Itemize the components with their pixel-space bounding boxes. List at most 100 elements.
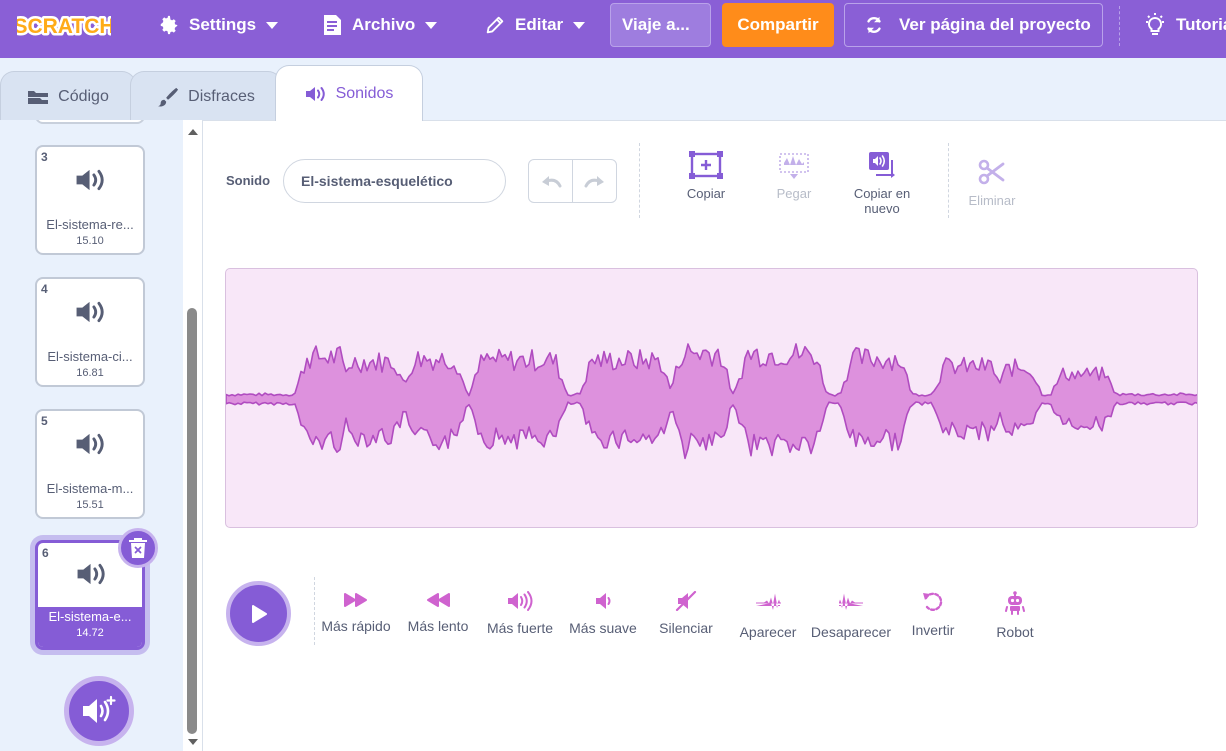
scissors-icon	[978, 159, 1005, 185]
effect-robot-label: Robot	[996, 624, 1034, 640]
copy-to-new-label-line2: nuevo	[864, 201, 900, 216]
sound-name-label: Sonido	[226, 173, 271, 188]
choose-sound-button[interactable]	[64, 676, 134, 746]
copy-button[interactable]: Copiar	[681, 150, 731, 201]
delete-selection-button[interactable]: Eliminar	[965, 157, 1019, 208]
effect-slower-button[interactable]: Más lento	[408, 591, 468, 634]
scroll-down-arrow-icon[interactable]	[188, 739, 198, 745]
sound-name: El-sistema-m...	[46, 481, 134, 496]
volume-down-icon	[596, 593, 611, 609]
file-menu[interactable]: Archivo	[321, 0, 438, 50]
effect-fade-in-button[interactable]: Aparecer	[738, 591, 798, 640]
menu-bar: SCRATCH Settings Archivo Editar Viaje a.…	[0, 0, 1226, 58]
undo-button[interactable]	[529, 160, 573, 202]
undo-icon	[541, 176, 561, 188]
sound-list: 3 El-sistema-re... 15.10 4 El-sistema-ci…	[0, 120, 183, 751]
fade-in-icon	[756, 593, 781, 610]
effect-fade-out-button[interactable]: Desaparecer	[811, 591, 891, 640]
speaker-icon	[305, 86, 325, 101]
effect-reverse-button[interactable]: Invertir	[909, 591, 957, 638]
tutorials-button[interactable]: Tutoriales	[1143, 0, 1226, 50]
pencil-icon	[486, 16, 504, 34]
fade-out-icon	[839, 593, 863, 610]
effect-softer-label: Más suave	[569, 620, 637, 636]
sound-item[interactable]: 5 El-sistema-m... 15.51	[35, 409, 145, 519]
edit-label: Editar	[515, 15, 564, 34]
chevron-down-icon	[266, 21, 279, 29]
tab-costumes[interactable]: Disfraces	[130, 71, 282, 121]
scroll-up-arrow-icon[interactable]	[188, 129, 198, 135]
effect-mute-button[interactable]: Silenciar	[658, 591, 714, 636]
effect-louder-button[interactable]: Más fuerte	[487, 591, 553, 636]
copy-icon	[689, 151, 723, 179]
play-icon	[251, 604, 267, 623]
sound-editor: Sonido Copiar Pegar Copiar en nuevo Elim…	[203, 120, 1226, 751]
delete-sound-button[interactable]	[118, 528, 158, 568]
tab-code[interactable]: Código	[0, 71, 136, 121]
menu-divider	[1119, 6, 1120, 46]
redo-icon	[584, 176, 604, 188]
tab-sounds[interactable]: Sonidos	[275, 65, 423, 121]
file-label: Archivo	[352, 15, 416, 34]
trash-icon	[129, 538, 147, 558]
paste-icon	[779, 153, 809, 179]
sound-item[interactable]: 3 El-sistema-re... 15.10	[35, 145, 145, 255]
refresh-icon	[867, 16, 881, 34]
mute-icon	[675, 591, 697, 611]
edit-menu[interactable]: Editar	[484, 0, 586, 50]
scratch-logo[interactable]: SCRATCH	[17, 8, 111, 42]
effect-faster-button[interactable]: Más rápido	[321, 591, 391, 634]
effect-softer-button[interactable]: Más suave	[569, 591, 637, 636]
gear-icon	[160, 15, 178, 35]
effect-faster-label: Más rápido	[321, 618, 391, 634]
tab-code-label: Código	[58, 87, 109, 105]
scroll-thumb[interactable]	[187, 308, 197, 734]
paintbrush-icon	[158, 87, 179, 106]
chevron-down-icon	[573, 21, 586, 29]
sound-item[interactable]: 4 El-sistema-ci... 16.81	[35, 277, 145, 387]
see-project-page-label: Ver página del proyecto	[899, 15, 1091, 34]
effect-reverse-label: Invertir	[911, 622, 955, 638]
robot-icon	[1005, 591, 1025, 615]
speaker-icon	[76, 301, 104, 323]
waveform-path	[226, 343, 1197, 460]
sound-number: 6	[42, 546, 49, 560]
sound-name: El-sistema-e...	[48, 609, 132, 624]
sound-list-scrollbar[interactable]	[183, 120, 203, 751]
copy-to-new-label-line1: Copiar en	[853, 186, 911, 201]
effect-robot-button[interactable]: Robot	[993, 591, 1037, 640]
share-button[interactable]: Compartir	[722, 3, 834, 47]
copy-to-new-button[interactable]: Copiar en nuevo	[849, 150, 915, 216]
settings-menu[interactable]: Settings	[158, 0, 279, 50]
sound-name: El-sistema-re...	[46, 217, 134, 232]
speaker-icon	[77, 563, 105, 585]
redo-button[interactable]	[573, 160, 616, 202]
sound-name: El-sistema-ci...	[47, 349, 133, 364]
sound-number: 4	[41, 282, 48, 296]
svg-text:SCRATCH: SCRATCH	[17, 15, 111, 38]
file-icon	[324, 15, 341, 35]
paste-label: Pegar	[776, 186, 812, 201]
paste-button[interactable]: Pegar	[773, 150, 815, 201]
tutorials-label: Tutoriales	[1176, 15, 1226, 34]
sound-number: 5	[41, 414, 48, 428]
sound-duration: 14.72	[76, 627, 104, 639]
waveform-area[interactable]	[225, 268, 1198, 528]
sound-duration: 15.51	[76, 499, 104, 511]
waveform[interactable]	[226, 269, 1198, 528]
delete-selection-label: Eliminar	[968, 193, 1016, 208]
sound-name-input[interactable]	[283, 159, 506, 203]
sound-item-partial[interactable]	[35, 120, 145, 124]
volume-up-icon	[508, 591, 533, 611]
effects-divider	[314, 577, 315, 645]
speaker-icon	[76, 433, 104, 455]
effect-louder-label: Más fuerte	[486, 620, 554, 636]
chevron-down-icon	[425, 21, 438, 29]
play-button[interactable]	[226, 581, 291, 646]
rewind-icon	[427, 593, 450, 607]
effect-slower-label: Más lento	[407, 618, 469, 634]
sound-number: 3	[41, 150, 48, 164]
copy-label: Copiar	[686, 186, 726, 201]
see-project-page-button[interactable]: Ver página del proyecto	[844, 3, 1103, 47]
project-title-input[interactable]: Viaje a...	[610, 3, 711, 47]
